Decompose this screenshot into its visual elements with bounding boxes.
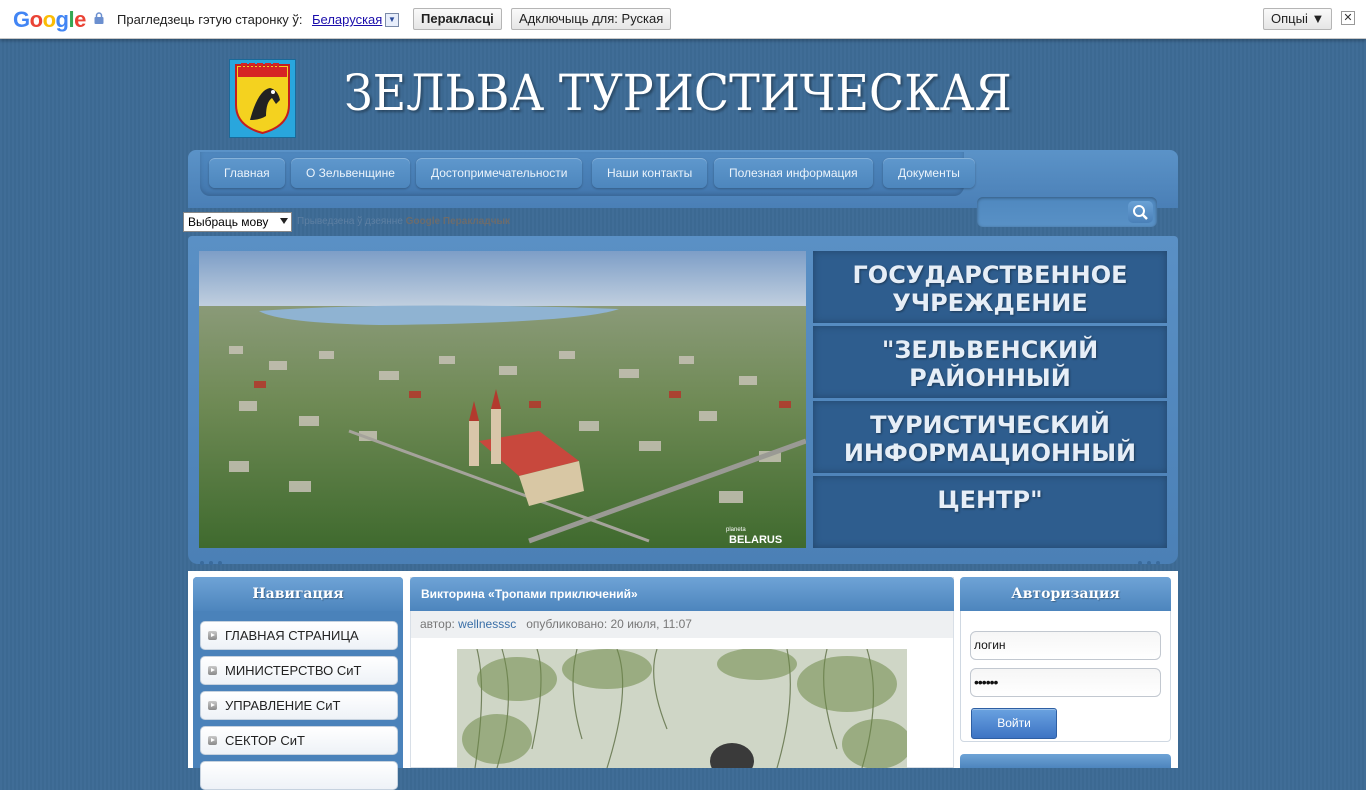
password-input[interactable]: ••••••	[970, 668, 1161, 697]
aerial-photo-image: planeta BELARUS	[199, 251, 806, 548]
author-label: автор:	[420, 617, 455, 631]
sidebar-item-next[interactable]	[200, 761, 398, 790]
banner-line-2: "ЗЕЛЬВЕНСКИЙ РАЙОННЫЙ	[813, 326, 1167, 398]
site-title: ЗЕЛЬВА ТУРИСТИЧЕСКАЯ	[344, 64, 1012, 122]
search-icon	[1133, 205, 1148, 220]
search-button[interactable]	[1128, 201, 1153, 223]
nav-item-contacts[interactable]: Наши контакты	[592, 158, 708, 188]
disable-translate-button[interactable]: Адключыць для: Руская	[511, 8, 672, 30]
auth-title: Авторизация	[960, 577, 1171, 611]
sidebar-item-home[interactable]: ГЛАВНАЯ СТРАНИЦА	[200, 621, 398, 650]
arrow-right-icon	[208, 631, 217, 640]
watermark-belarus: BELARUS	[729, 534, 782, 546]
banner-line-1: ГОСУДАРСТВЕННОЕ УЧРЕЖДЕНИЕ	[813, 251, 1167, 323]
watermark-small: planeta	[726, 527, 746, 533]
language-dropdown-icon[interactable]: ▼	[385, 13, 399, 27]
coat-of-arms-logo[interactable]	[229, 59, 296, 138]
arrow-right-icon	[208, 701, 217, 710]
translate-button[interactable]: Перакласці	[413, 8, 502, 30]
options-button[interactable]: Опцыі ▼	[1263, 8, 1333, 30]
chevron-down-icon	[280, 218, 288, 224]
published-date: опубликовано: 20 июля, 11:07	[526, 617, 692, 631]
close-icon[interactable]: ✕	[1341, 11, 1355, 25]
coat-of-arms-icon	[230, 60, 295, 137]
arrow-right-icon	[208, 666, 217, 675]
sidebar-item-label: СЕКТОР СиТ	[225, 733, 305, 748]
nav-item-useful-info[interactable]: Полезная информация	[714, 158, 873, 188]
sidebar-title: Навигация	[193, 577, 403, 611]
article-photo	[457, 649, 907, 768]
sidebar-item-sector[interactable]: СЕКТОР СиТ	[200, 726, 398, 755]
login-input[interactable]: логин	[970, 631, 1161, 660]
sidebar-item-ministry[interactable]: МИНИСТЕРСТВО СиТ	[200, 656, 398, 685]
decor-dots-right	[1138, 561, 1160, 565]
sidebar-item-label: МИНИСТЕРСТВО СиТ	[225, 663, 362, 678]
translate-prompt: Прагледзець гэтую старонку ў:	[117, 12, 303, 27]
town-aerial-photo: planeta BELARUS	[199, 251, 806, 548]
powered-by-google[interactable]: Прыведзена ў дзеянне Google Перакладчык	[297, 216, 510, 227]
article-image	[457, 649, 907, 768]
powered-prefix: Прыведзена ў дзеянне	[297, 216, 403, 227]
article-title[interactable]: Викторина «Тропами приключений»	[421, 587, 638, 601]
sidebar-item-department[interactable]: УПРАВЛЕНИЕ СиТ	[200, 691, 398, 720]
sidebar-item-label: УПРАВЛЕНИЕ СиТ	[225, 698, 341, 713]
nav-item-about[interactable]: О Зельвенщине	[291, 158, 410, 188]
nav-item-documents[interactable]: Документы	[883, 158, 975, 188]
banner-line-4: ЦЕНТР"	[813, 476, 1167, 548]
google-small-logo: Google	[405, 216, 441, 227]
nav-item-home[interactable]: Главная	[209, 158, 285, 188]
sidebar-item-label: ГЛАВНАЯ СТРАНИЦА	[225, 628, 359, 643]
translate-language-link[interactable]: Беларуская	[312, 12, 382, 27]
login-button[interactable]: Войти	[971, 708, 1057, 739]
translator-label: Перакладчык	[442, 216, 511, 227]
translate-bar: Google Прагледзець гэтую старонку ў: Бел…	[0, 0, 1366, 39]
language-select[interactable]: Выбраць мову	[183, 212, 292, 232]
next-panel-header	[960, 754, 1171, 768]
decor-dots-left	[200, 561, 222, 565]
banner-line-3: ТУРИСТИЧЕСКИЙ ИНФОРМАЦИОННЫЙ	[813, 401, 1167, 473]
arrow-right-icon	[208, 736, 217, 745]
article-meta: автор: wellnesssc опубликовано: 20 июля,…	[411, 611, 953, 638]
nav-item-sights[interactable]: Достопримечательности	[416, 158, 583, 188]
author-link[interactable]: wellnesssc	[458, 617, 516, 631]
language-select-value: Выбраць мову	[188, 215, 269, 229]
banner-title-block: ГОСУДАРСТВЕННОЕ УЧРЕЖДЕНИЕ "ЗЕЛЬВЕНСКИЙ …	[813, 251, 1167, 548]
google-logo: Google	[13, 7, 86, 32]
lock-icon	[94, 12, 104, 24]
